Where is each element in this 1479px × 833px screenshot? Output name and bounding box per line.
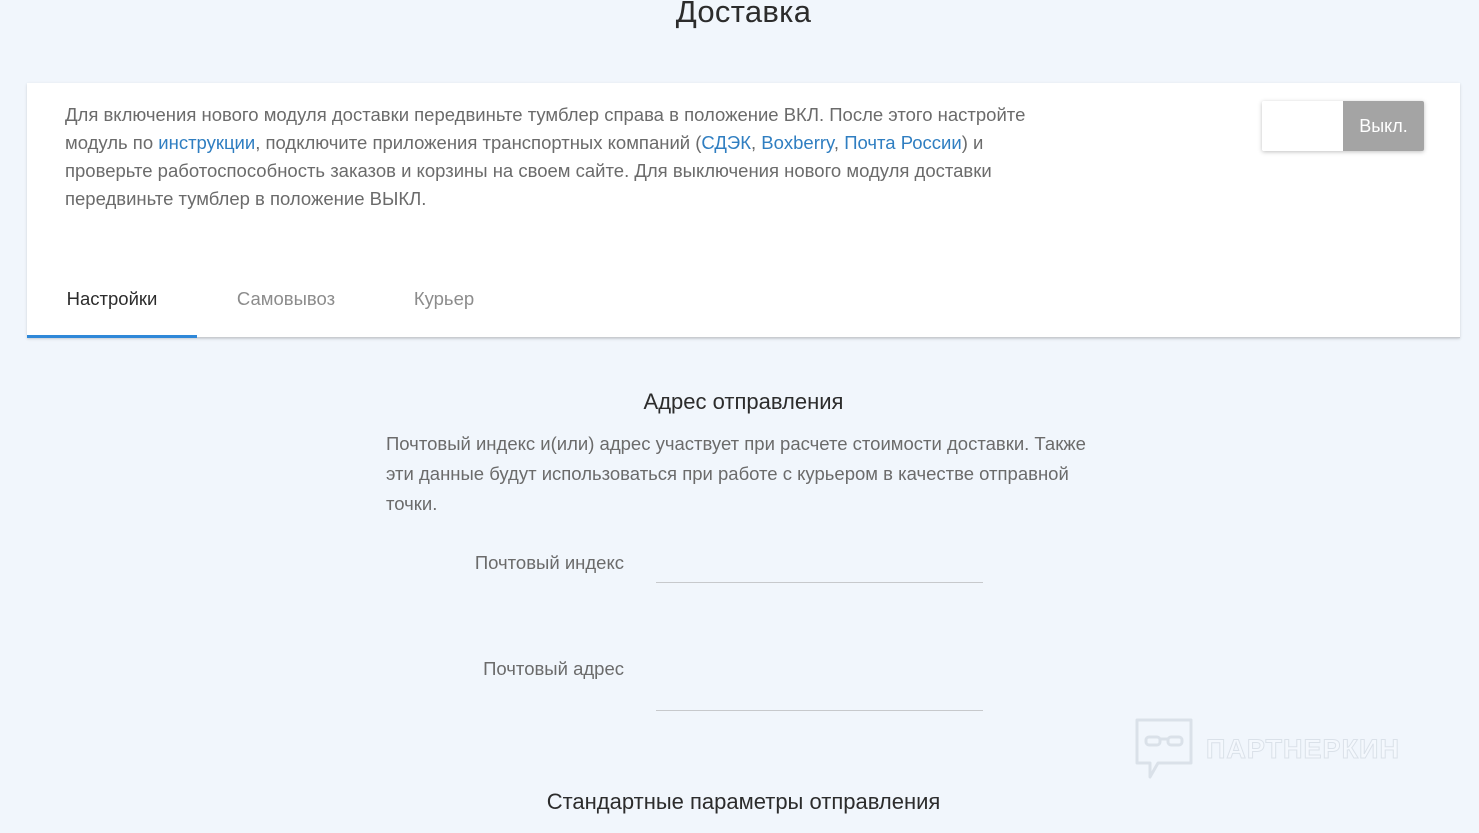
boxberry-link[interactable]: Boxberry bbox=[761, 132, 834, 153]
instructions-link[interactable]: инструкции bbox=[158, 132, 255, 153]
delivery-tabs: Настройки Самовывоз Курьер bbox=[27, 268, 513, 338]
watermark-text: ПАРТНЕРКИН bbox=[1206, 733, 1400, 764]
toggle-knob[interactable] bbox=[1262, 101, 1343, 151]
cdek-link[interactable]: СДЭК bbox=[701, 132, 751, 153]
toggle-off-label[interactable]: Выкл. bbox=[1343, 101, 1424, 151]
chat-glasses-icon bbox=[1135, 718, 1193, 779]
delivery-module-info: Для включения нового модуля доставки пер… bbox=[65, 101, 1065, 213]
delivery-module-toggle[interactable]: Выкл. bbox=[1262, 101, 1424, 151]
info-separator-2: , bbox=[833, 132, 845, 153]
page-title: Доставка bbox=[675, 0, 812, 29]
watermark: ПАРТНЕРКИН bbox=[1134, 717, 1400, 781]
tab-courier[interactable]: Курьер bbox=[375, 268, 513, 338]
address-section-title: Адрес отправления bbox=[643, 389, 844, 414]
params-section-title: Стандартные параметры отправления bbox=[546, 789, 941, 814]
info-text-part-2: , подключите приложения транспортных ком… bbox=[255, 132, 702, 153]
tab-pickup[interactable]: Самовывоз bbox=[197, 268, 375, 338]
postal-index-label: Почтовый индекс bbox=[474, 552, 624, 573]
info-separator-1: , bbox=[750, 132, 762, 153]
postal-index-input[interactable] bbox=[656, 550, 983, 583]
russian-post-link[interactable]: Почта России bbox=[844, 132, 962, 153]
delivery-settings-card: Для включения нового модуля доставки пер… bbox=[27, 83, 1460, 338]
postal-address-label: Почтовый адрес bbox=[483, 658, 624, 679]
postal-address-input[interactable] bbox=[656, 678, 983, 711]
tab-settings[interactable]: Настройки bbox=[27, 268, 197, 338]
address-section-description: Почтовый индекс и(или) адрес участвует п… bbox=[386, 433, 1086, 514]
